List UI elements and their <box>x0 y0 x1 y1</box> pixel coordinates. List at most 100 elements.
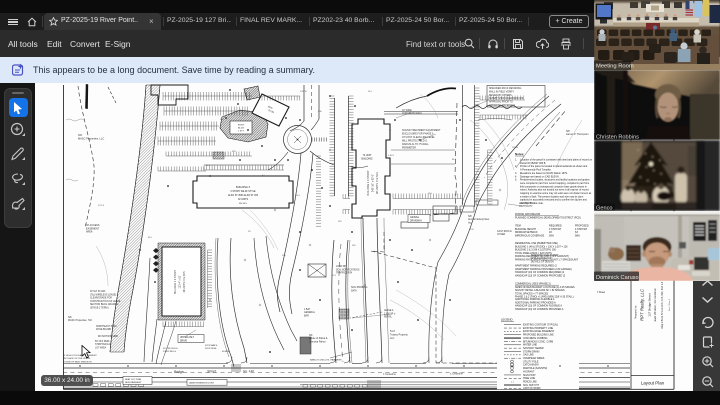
svg-text:1 BAY: 1 BAY <box>304 308 311 311</box>
svg-text:BUILDING 3: BUILDING 3 <box>236 186 251 189</box>
svg-text:LAWN EXPANSION JOINT: LAWN EXPANSION JOINT <box>189 381 215 384</box>
svg-text:WATER LINE: WATER LINE <box>523 344 537 347</box>
svg-text:IMPERVIOUS COVERAGE: IMPERVIOUS COVERAGE <box>515 234 545 237</box>
svg-text:2.: 2. <box>515 165 517 168</box>
svg-text:1 STY: 1 STY <box>238 131 245 133</box>
svg-text:(T&L WIRELESS LEASE): (T&L WIRELESS LEASE) <box>90 293 116 296</box>
svg-text:STOP SIGN: STOP SIGN <box>205 348 217 350</box>
svg-text:FENCE LINE: FENCE LINE <box>523 381 537 383</box>
svg-text:GAS LINE: GAS LINE <box>523 354 534 357</box>
svg-text:PROPOSED BUILDING LINE: PROPOSED BUILDING LINE <box>523 335 554 337</box>
svg-text:32 UNITS: 32 UNITS <box>238 199 249 201</box>
svg-text:MASC Properties, LLC: MASC Properties, LLC <box>78 136 104 140</box>
svg-text:36 UNITS FFE 49.5: 36 UNITS FFE 49.5 <box>183 271 186 293</box>
svg-text:STRIP BLDG: STRIP BLDG <box>163 351 176 353</box>
svg-text:DRIVE: DRIVE <box>180 340 187 342</box>
svg-text:3 STORY Wd-2F STYLE: 3 STORY Wd-2F STYLE <box>230 191 256 193</box>
svg-text:PARKING RATIO PROPOSED 2.0/UNI: PARKING RATIO PROPOSED 2.0/UNIT 1.7 SPAC… <box>515 259 579 262</box>
svg-text:MANHOLE (SAN/STM): MANHOLE (SAN/STM) <box>523 367 547 370</box>
svg-text:EXISTING CONTOUR (TYPICAL): EXISTING CONTOUR (TYPICAL) <box>523 324 558 327</box>
svg-text:± Centerline: ± Centerline <box>383 373 397 376</box>
svg-text:± Street: ± Street <box>597 291 605 294</box>
svg-text:FE 34.5: FE 34.5 <box>239 203 247 205</box>
svg-text:50' OFF BLDG.: 50' OFF BLDG. <box>163 348 178 350</box>
svg-text:DO NOT DISTURB: DO NOT DISTURB <box>98 336 118 338</box>
svg-text:MASC Properties, 702: MASC Properties, 702 <box>68 319 92 322</box>
svg-text:SIGN POST: SIGN POST <box>523 375 536 377</box>
svg-text:CONCRETE CURBING: CONCRETE CURBING <box>523 338 548 340</box>
svg-text:N 08 W: N 08 W <box>300 91 307 93</box>
svg-text:NEAT CUT PLAN: NEAT CUT PLAN <box>125 378 142 381</box>
svg-text:COVER: COVER <box>497 234 506 236</box>
svg-text:HANDICAP (13) OF COMMON PROPOS: HANDICAP (13) OF COMMON PROPOSED (2 <box>515 274 566 277</box>
svg-text:SECTION BLDG GRADING: SECTION BLDG GRADING <box>90 303 119 306</box>
svg-text:UTILITY POLE: UTILITY POLE <box>523 361 539 363</box>
svg-text:LOAD DP: LOAD DP <box>336 265 347 268</box>
svg-text:SOIL PROBING: SOIL PROBING <box>351 287 368 289</box>
svg-text:HANDICAP (13) OF COMMON PROVID: HANDICAP (13) OF COMMON PROVIDED A <box>515 308 564 311</box>
svg-text:LLC: LLC <box>390 337 395 340</box>
svg-text:127 Bridge Street: 127 Bridge Street <box>648 293 652 317</box>
svg-text:40 MPH: 40 MPH <box>222 351 230 353</box>
svg-text:243'-10" x 62'-0": 243'-10" x 62'-0" <box>372 174 375 192</box>
svg-text:RPT Realty, LLC: RPT Realty, LLC <box>640 288 645 321</box>
svg-text:EXIST: EXIST <box>238 125 245 127</box>
svg-text:SUBMIT SHOP DRAWINGS FOR: SUBMIT SHOP DRAWINGS FOR <box>489 97 524 100</box>
svg-text:TREE LINE: TREE LINE <box>523 378 535 380</box>
svg-text:S 81 E: S 81 E <box>388 155 395 157</box>
svg-text:SANITARY SEWER: SANITARY SEWER <box>523 347 544 350</box>
svg-text:1.: 1. <box>515 159 517 162</box>
svg-text:CATCH BASIN: CATCH BASIN <box>523 364 539 367</box>
svg-text:BUILDING 4 3 STORY: BUILDING 4 3 STORY <box>174 270 177 294</box>
svg-text:± Centerline: ± Centerline <box>450 373 464 376</box>
svg-text:LOT AREA: LOT AREA <box>95 346 107 349</box>
svg-text:Map 9 Block 52 Lots 2C6, CC6,: Map 9 Block 52 Lots 2C6, CC6, 6E6, 6G0 &… <box>661 281 664 328</box>
svg-text:STOP BAR &: STOP BAR & <box>205 344 218 347</box>
svg-text:10' WIDE: 10' WIDE <box>402 110 412 112</box>
svg-text:Layout Plan: Layout Plan <box>641 381 665 386</box>
svg-text:CONSTRUCTION OF LEASE: CONSTRUCTION OF LEASE <box>90 300 121 303</box>
svg-text:N 12 E: N 12 E <box>98 205 105 207</box>
svg-text:Bridge: Bridge <box>174 370 184 374</box>
svg-text:No. 140: No. 140 <box>243 369 254 373</box>
svg-text:APPROVAL PRIOR TO: APPROVAL PRIOR TO <box>489 101 513 104</box>
svg-text:GENERAL: GENERAL <box>304 311 316 314</box>
svg-text:AREA: AREA <box>86 231 93 234</box>
svg-text:SAWCUT & MILL EX. PAVEMENT: SAWCUT & MILL EX. PAVEMENT <box>310 359 342 362</box>
svg-text:NEW PAVEMENT: NEW PAVEMENT <box>125 381 142 384</box>
svg-text:RETAIL: RETAIL <box>384 316 393 319</box>
svg-text:DRIVEWAY: DRIVEWAY <box>410 219 422 222</box>
svg-text:LEASE A: LEASE A <box>384 309 394 312</box>
svg-text:HYDRANT: HYDRANT <box>523 370 535 373</box>
svg-text:123'-4" x 52': 123'-4" x 52' <box>179 275 182 289</box>
svg-text:STRIP BLDG &: STRIP BLDG & <box>95 344 111 346</box>
svg-text:BUILDING 1 4 STORY: BUILDING 1 4 STORY <box>367 170 370 196</box>
svg-text:DATA: DATA <box>351 289 357 292</box>
svg-text:WALL IN FIELD VERIFY: WALL IN FIELD VERIFY <box>489 90 515 93</box>
svg-text:TOWN OF EAST WINDSOR: TOWN OF EAST WINDSOR <box>64 360 92 363</box>
svg-text:East Windsor, Connecticut: East Windsor, Connecticut <box>653 288 657 321</box>
svg-text:LEGEND: LEGEND <box>501 318 513 322</box>
svg-text:DESIGN BY OTHERS: DESIGN BY OTHERS <box>489 95 512 97</box>
svg-text:132.56: 132.56 <box>512 147 519 149</box>
svg-text:STORM DRAIN: STORM DRAIN <box>523 350 540 353</box>
svg-text:Street: Street <box>207 369 217 373</box>
svg-text:Estate of Palma &: Estate of Palma & <box>309 337 328 340</box>
svg-text:OVERHEAD WIRES: OVERHEAD WIRES <box>523 357 545 360</box>
svg-text:CAST IRON &: CAST IRON & <box>497 230 512 233</box>
svg-text:NORTHEAST PARK: NORTHEAST PARK <box>96 325 117 328</box>
svg-text:PLANNED COMMERCIAL DEVELOPMENT: PLANNED COMMERCIAL DEVELOPMENT DISTRICT … <box>515 216 581 219</box>
svg-text:one dig i the out code.: one dig i the out code. <box>520 202 544 205</box>
svg-text:ZONE BOARD: ZONE BOARD <box>96 328 112 331</box>
svg-text:LIMIT OF WORK: LIMIT OF WORK <box>523 388 541 390</box>
svg-text:PERIMETER: PERIMETER <box>402 147 416 150</box>
svg-text:(STAGE 2 TERM.): (STAGE 2 TERM.) <box>90 307 109 310</box>
svg-text:CLEAR/GRADE FOR: CLEAR/GRADE FOR <box>90 297 112 300</box>
svg-text:EXISTING PROPERTY LINE: EXISTING PROPERTY LINE <box>523 328 554 330</box>
svg-text:Meeting Room: Meeting Room <box>596 64 634 70</box>
svg-text:50' OFF PERI.: 50' OFF PERI. <box>95 341 110 343</box>
svg-text:5.: 5. <box>515 179 517 182</box>
svg-text:Prepared for:: Prepared for: <box>635 305 638 319</box>
svg-text:UPPER ASLT: UPPER ASLT <box>180 336 195 339</box>
svg-text:EXISTING EDGE PAVEMENT: EXISTING EDGE PAVEMENT <box>523 330 555 333</box>
